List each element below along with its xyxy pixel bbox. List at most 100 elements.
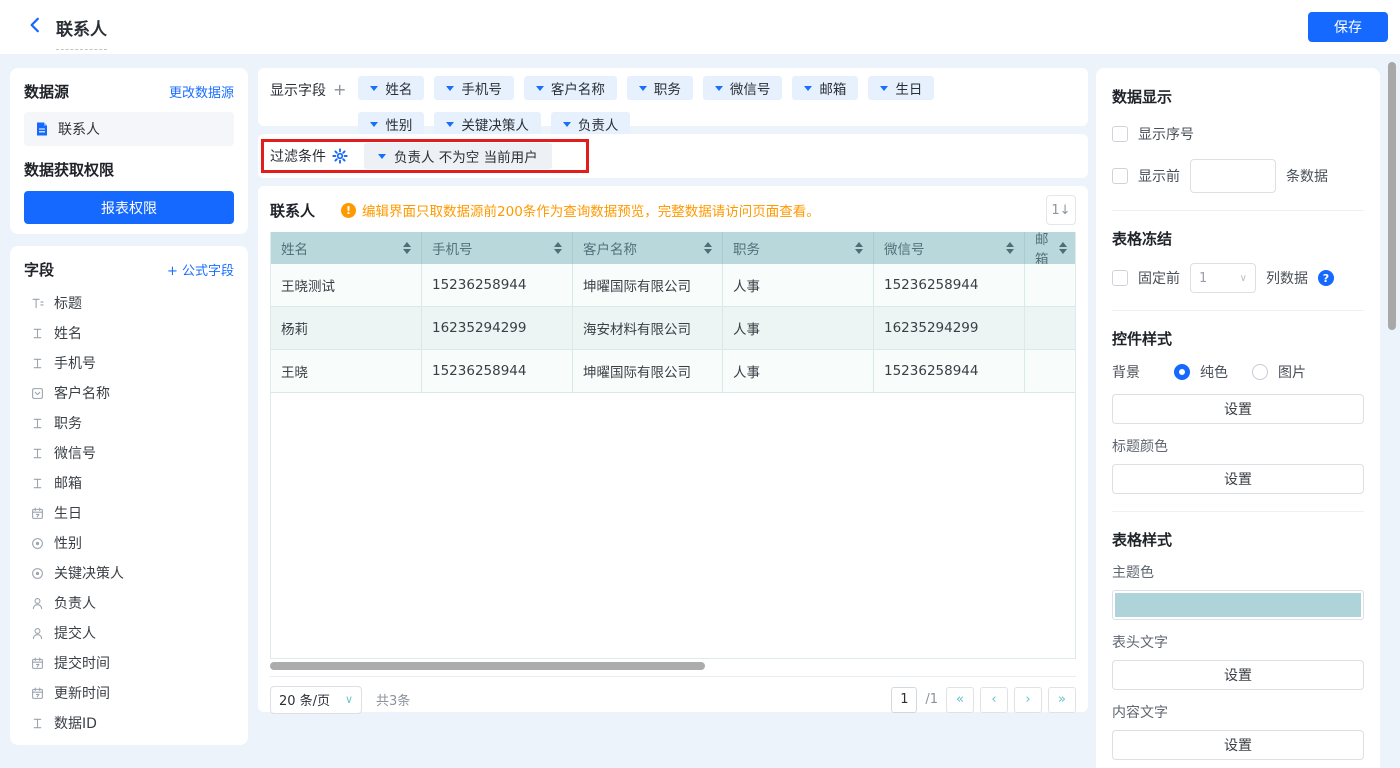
chevron-down-icon	[536, 86, 544, 91]
display-field-chip[interactable]: 关键决策人	[434, 112, 541, 136]
field-item[interactable]: 手机号	[24, 348, 234, 378]
display-field-chip[interactable]: 手机号	[434, 76, 514, 100]
sort-order-button[interactable]: 1↓	[1046, 195, 1076, 225]
sort-arrows-icon[interactable]	[397, 242, 411, 254]
change-datasource-link[interactable]: 更改数据源	[169, 82, 234, 101]
title-color-set-button[interactable]: 设置	[1112, 464, 1364, 494]
page-size-select[interactable]: 20 条/页 ∨	[270, 686, 362, 714]
first-page-icon: «	[956, 693, 964, 706]
datasource-item[interactable]: 联系人	[24, 112, 234, 146]
header-text-set-button[interactable]: 设置	[1112, 660, 1364, 690]
background-set-button[interactable]: 设置	[1112, 394, 1364, 424]
chip-label: 客户名称	[551, 78, 605, 98]
display-field-chip[interactable]: 职务	[627, 76, 693, 100]
next-page-icon: ›	[1025, 693, 1030, 706]
add-formula-field-link[interactable]: + 公式字段	[167, 260, 234, 279]
field-item[interactable]: 生日	[24, 498, 234, 528]
display-fields-label: 显示字段	[270, 80, 326, 100]
chevron-down-icon	[370, 86, 378, 91]
last-page-button[interactable]: »	[1048, 687, 1076, 713]
field-item[interactable]: 数据ID	[24, 708, 234, 738]
vertical-scrollbar-thumb[interactable]	[1388, 62, 1396, 330]
page-nav-buttons: « ‹ › »	[946, 687, 1076, 713]
display-field-chip[interactable]: 客户名称	[524, 76, 617, 100]
horizontal-scrollbar-thumb[interactable]	[270, 662, 705, 670]
display-field-chip[interactable]: 性别	[358, 112, 424, 136]
display-field-chip[interactable]: 邮箱	[792, 76, 858, 100]
show-first-checkbox[interactable]	[1112, 168, 1128, 184]
field-item[interactable]: 更新时间	[24, 678, 234, 708]
field-item[interactable]: 客户名称	[24, 378, 234, 408]
text-field-icon	[30, 416, 45, 431]
table-row[interactable]: 杨莉16235294299海安材料有限公司人事16235294299	[271, 307, 1075, 350]
freeze-checkbox[interactable]	[1112, 270, 1128, 286]
display-field-chip[interactable]: 微信号	[703, 76, 783, 100]
freeze-suffix: 列数据	[1266, 268, 1308, 288]
field-item[interactable]: 关键决策人	[24, 558, 234, 588]
field-item[interactable]: 邮箱	[24, 468, 234, 498]
display-field-chip[interactable]: 负责人	[551, 112, 631, 136]
field-item[interactable]: 提交时间	[24, 648, 234, 678]
back-icon[interactable]	[26, 16, 48, 38]
field-item-label: 职务	[54, 413, 82, 433]
text-field-icon	[30, 716, 45, 731]
column-header: 微信号	[874, 232, 1025, 264]
help-icon[interactable]: ?	[1318, 270, 1334, 286]
field-item[interactable]: 微信号	[24, 438, 234, 468]
first-page-button[interactable]: «	[946, 687, 974, 713]
prev-page-button[interactable]: ‹	[980, 687, 1008, 713]
chip-label: 微信号	[730, 78, 771, 98]
chip-label: 手机号	[461, 78, 502, 98]
show-first-input[interactable]	[1190, 159, 1276, 193]
field-item[interactable]: 标题	[24, 288, 234, 318]
field-item[interactable]: 性别	[24, 528, 234, 558]
sort-arrows-icon[interactable]	[698, 242, 712, 254]
column-header: 职务	[723, 232, 874, 264]
table-row[interactable]: 王晓15236258944坤曜国际有限公司人事15236258944	[271, 350, 1075, 393]
current-page-box[interactable]: 1	[891, 687, 917, 713]
field-item[interactable]: 提交人	[24, 618, 234, 648]
sort-arrows-icon[interactable]	[548, 242, 562, 254]
pagination-bar: 20 条/页 ∨ 共3条 1 /1 «‹›»	[270, 676, 1076, 722]
filter-condition-chip[interactable]: 负责人 不为空 当前用户	[364, 143, 552, 169]
table-cell: 人事	[723, 264, 874, 307]
field-item[interactable]: 职务	[24, 408, 234, 438]
table-row[interactable]: 王晓测试15236258944坤曜国际有限公司人事15236258944	[271, 264, 1075, 307]
content-text-set-button[interactable]: 设置	[1112, 730, 1364, 760]
table-cell: 坤曜国际有限公司	[573, 264, 723, 307]
chip-label: 关键决策人	[461, 114, 529, 134]
sort-arrows-icon[interactable]	[1000, 242, 1014, 254]
solid-radio[interactable]	[1174, 364, 1190, 380]
display-field-chip[interactable]: 生日	[868, 76, 934, 100]
table-body: 王晓测试15236258944坤曜国际有限公司人事15236258944杨莉16…	[271, 264, 1075, 393]
field-item[interactable]: 姓名	[24, 318, 234, 348]
display-field-chip[interactable]: 姓名	[358, 76, 424, 100]
table-cell: 人事	[723, 307, 874, 350]
sort-arrows-icon[interactable]	[1053, 242, 1067, 254]
gear-icon[interactable]	[332, 148, 348, 164]
chevron-down-icon: ∨	[1240, 273, 1247, 284]
chevron-down-icon	[880, 86, 888, 91]
next-page-button[interactable]: ›	[1014, 687, 1042, 713]
report-permission-button[interactable]: 报表权限	[24, 191, 234, 224]
field-item-label: 标题	[54, 293, 82, 313]
save-button[interactable]: 保存	[1308, 12, 1388, 42]
field-item-label: 负责人	[54, 593, 96, 613]
chip-label: 性别	[385, 114, 412, 134]
document-icon	[34, 121, 50, 137]
theme-color-picker[interactable]	[1112, 590, 1364, 620]
field-item[interactable]: 负责人	[24, 588, 234, 618]
image-radio[interactable]	[1252, 364, 1268, 380]
sort-arrows-icon[interactable]	[849, 242, 863, 254]
add-display-field-button[interactable]: +	[333, 82, 346, 98]
show-index-checkbox[interactable]	[1112, 126, 1128, 142]
text-field-icon	[30, 326, 45, 341]
text-field-icon	[30, 446, 45, 461]
theme-color-swatch	[1115, 593, 1361, 617]
chevron-down-icon	[804, 86, 812, 91]
column-header-label: 职务	[733, 238, 760, 258]
column-header-label: 客户名称	[583, 238, 637, 258]
chip-label: 生日	[895, 78, 922, 98]
freeze-count-select[interactable]: 1 ∨	[1190, 263, 1256, 293]
chevron-down-icon	[715, 86, 723, 91]
